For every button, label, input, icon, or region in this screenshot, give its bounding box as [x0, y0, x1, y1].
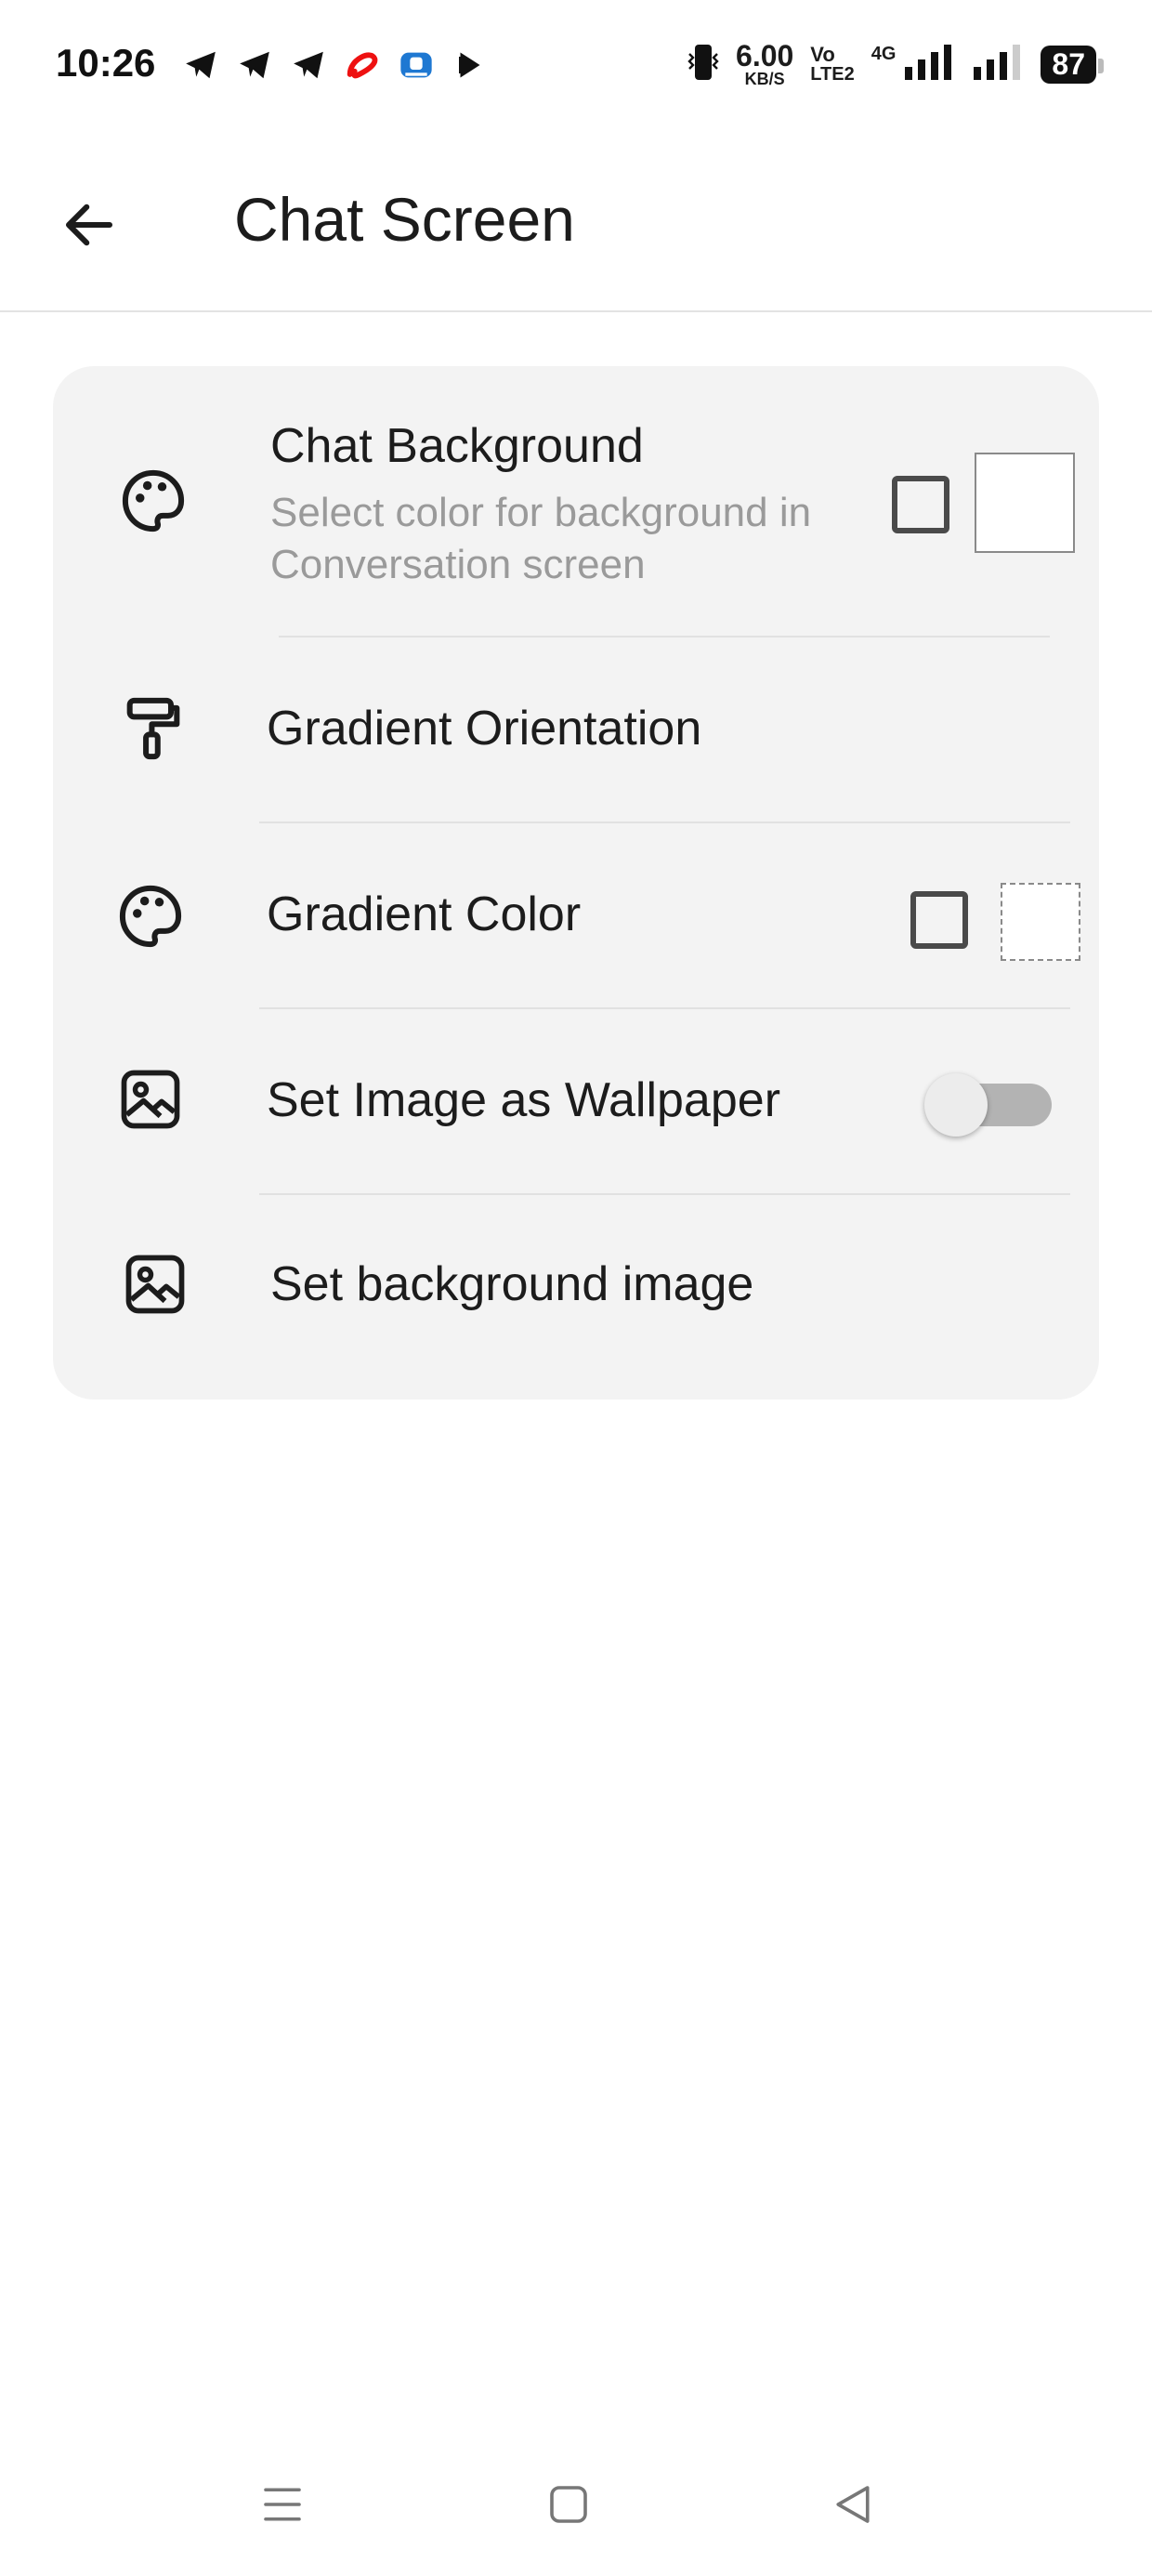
telegram-icon: [290, 46, 327, 84]
back-nav-button[interactable]: [816, 2467, 890, 2542]
airtel-icon: [344, 46, 381, 84]
image-icon: [118, 1247, 192, 1321]
palette-icon: [113, 879, 188, 953]
status-time: 10:26: [56, 41, 156, 85]
chat-background-checkbox[interactable]: [892, 476, 949, 533]
system-nav-bar: [0, 2453, 1152, 2556]
screen: 10:26 6.00 KB/S Vo LTE2 4G 87 Chat Scree…: [0, 0, 1152, 2576]
play-icon: [452, 46, 489, 84]
gradient-orientation-row[interactable]: Gradient Orientation: [53, 637, 1099, 821]
palette-icon: [116, 464, 190, 538]
image-wallpaper-toggle-thumb[interactable]: [924, 1073, 988, 1137]
network-speed: 6.00 KB/S: [736, 41, 793, 87]
notification-icons: [182, 46, 489, 84]
volte-indicator: Vo LTE2: [810, 43, 855, 85]
image-icon: [113, 1062, 188, 1137]
volte-bottom: LTE2: [810, 64, 855, 85]
gradient-color-swatch[interactable]: [1001, 883, 1080, 961]
speed-value: 6.00: [736, 39, 794, 72]
volte-top: Vo: [810, 43, 835, 66]
status-indicators: 6.00 KB/S Vo LTE2 4G 87: [687, 41, 1104, 87]
gradient-color-checkbox[interactable]: [910, 891, 968, 949]
home-square-icon: [550, 2486, 587, 2523]
app-icon: [398, 46, 435, 84]
chat-background-color-swatch[interactable]: [975, 453, 1075, 553]
home-button[interactable]: [531, 2467, 606, 2542]
telegram-icon: [236, 46, 273, 84]
paint-roller-icon: [116, 691, 190, 766]
gradient-orientation-title: Gradient Orientation: [267, 702, 702, 756]
back-triangle-icon: [836, 2486, 870, 2523]
battery-indicator: 87: [1041, 45, 1104, 84]
chat-background-row[interactable]: Chat Background Select color for backgro…: [53, 366, 1099, 636]
settings-card: Chat Background Select color for backgro…: [53, 366, 1099, 1400]
vibrate-icon: [687, 43, 719, 86]
back-button[interactable]: [52, 188, 126, 262]
status-bar: 10:26 6.00 KB/S Vo LTE2 4G 87: [0, 0, 1152, 139]
image-wallpaper-row[interactable]: Set Image as Wallpaper: [53, 1009, 1099, 1193]
chat-background-subtitle-line2: Conversation screen: [270, 542, 646, 587]
image-wallpaper-title: Set Image as Wallpaper: [267, 1073, 781, 1127]
speed-unit: KB/S: [744, 70, 785, 88]
gradient-color-title: Gradient Color: [267, 887, 582, 941]
telegram-icon: [182, 46, 219, 84]
app-bar: Chat Screen: [0, 139, 1152, 312]
menu-icon: [264, 2488, 301, 2521]
signal-icon: [972, 43, 1024, 86]
menu-button[interactable]: [245, 2467, 320, 2542]
background-image-row[interactable]: Set background image: [53, 1195, 1099, 1400]
signal-icon: [903, 43, 955, 86]
arrow-left-icon: [65, 204, 113, 246]
page-title: Chat Screen: [234, 185, 575, 254]
background-image-title: Set background image: [270, 1257, 754, 1311]
chat-background-title: Chat Background: [270, 419, 644, 473]
gradient-color-row[interactable]: Gradient Color: [53, 823, 1099, 1007]
network-type: 4G: [871, 43, 897, 64]
chat-background-subtitle-line1: Select color for background in: [270, 490, 812, 535]
